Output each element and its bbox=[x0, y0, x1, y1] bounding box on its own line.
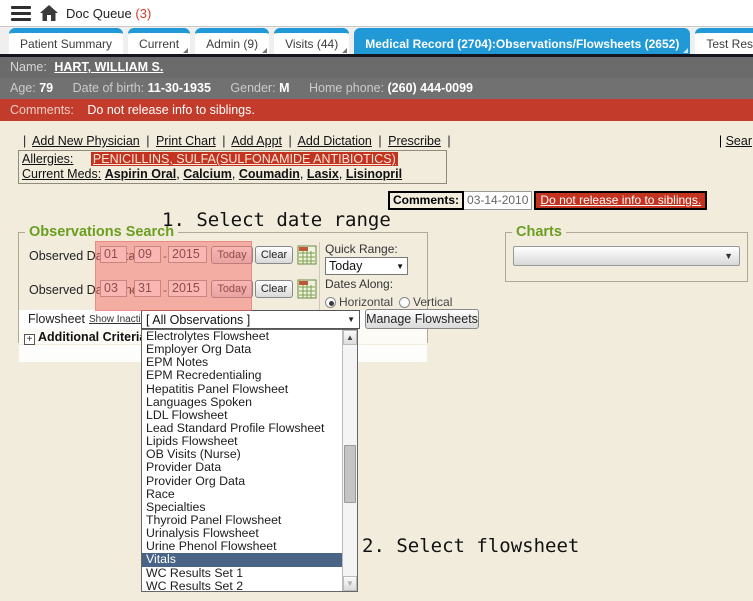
scroll-up-icon[interactable]: ▲ bbox=[343, 330, 357, 345]
hamburger-menu-icon[interactable] bbox=[11, 6, 31, 21]
search-link-container: | Sear bbox=[719, 134, 752, 148]
gender-label: Gender: bbox=[230, 81, 275, 95]
flowsheet-options: Electrolytes Flowsheet Employer Org Data… bbox=[142, 330, 342, 591]
annotation-step2: 2. Select flowsheet bbox=[362, 535, 579, 557]
med-link-lasix[interactable]: Lasix bbox=[307, 167, 339, 181]
current-meds-row: Current Meds: Aspirin Oral, Calcium, Cou… bbox=[22, 167, 443, 182]
add-dictation-link[interactable]: Add Dictation bbox=[298, 134, 372, 148]
horizontal-radio[interactable] bbox=[325, 297, 336, 308]
gender-value: M bbox=[279, 81, 289, 95]
manage-flowsheets-button[interactable]: Manage Flowsheets bbox=[365, 309, 479, 329]
current-meds-label-link[interactable]: Current Meds: bbox=[22, 167, 101, 181]
add-appt-link[interactable]: Add Appt bbox=[231, 134, 282, 148]
tab-bar: Patient Summary Current Admin (9) Visits… bbox=[0, 27, 753, 57]
patient-comments-bar: Comments: Do not release info to sibling… bbox=[0, 99, 753, 121]
comments-value: Do not release info to siblings. bbox=[87, 103, 254, 117]
horizontal-radio-label: Horizontal bbox=[339, 295, 393, 309]
tab-current[interactable]: Current bbox=[128, 28, 190, 54]
quick-range-label: Quick Range: bbox=[325, 242, 427, 256]
allergies-value-link[interactable]: PENICILLINS, SULFA(SULFONAMIDE ANTIBIOTI… bbox=[91, 152, 398, 166]
list-item[interactable]: LDL Flowsheet bbox=[142, 409, 342, 422]
comment-date-field[interactable]: 03-14-2010 bbox=[464, 191, 532, 210]
list-item[interactable]: Hepatitis Panel Flowsheet bbox=[142, 383, 342, 396]
doc-queue-link[interactable]: Doc Queue (3) bbox=[66, 6, 151, 21]
charts-fieldset: Charts ▼ bbox=[505, 232, 748, 282]
top-bar: Doc Queue (3) bbox=[0, 0, 753, 27]
charts-legend: Charts bbox=[512, 224, 566, 240]
expand-plus-icon[interactable]: + bbox=[24, 334, 35, 345]
tab-medical-record[interactable]: Medical Record (2704):Observations/Flows… bbox=[354, 28, 690, 54]
flowsheet-select[interactable]: [ All Observations ] ▼ bbox=[141, 310, 360, 329]
dates-along-label: Dates Along: bbox=[325, 277, 427, 291]
patient-name-bar: Name: HART, WILLIAM S. bbox=[0, 57, 753, 78]
doc-queue-count: (3) bbox=[135, 6, 151, 21]
patient-demographics-bar: Age: 79 Date of birth: 11-30-1935 Gender… bbox=[0, 78, 753, 99]
home-icon[interactable] bbox=[40, 5, 58, 26]
end-calendar-icon[interactable] bbox=[297, 279, 317, 299]
start-clear-button[interactable]: Clear bbox=[255, 246, 293, 264]
comments-label: Comments: bbox=[10, 103, 74, 117]
flowsheet-label: Flowsheet bbox=[28, 312, 85, 326]
charts-select[interactable]: ▼ bbox=[513, 246, 740, 266]
comment-banner-label: Comments: bbox=[388, 191, 464, 210]
list-item[interactable]: Provider Org Data bbox=[142, 475, 342, 488]
additional-criteria-expander[interactable]: + Additional Criteria bbox=[24, 330, 146, 345]
dob-value: 11-30-1935 bbox=[148, 81, 211, 95]
allergies-label-link[interactable]: Allergies: bbox=[22, 152, 73, 166]
phone-value: (260) 444-0099 bbox=[388, 81, 473, 95]
quick-links: | Add New Physician | Print Chart | Add … bbox=[20, 134, 454, 148]
tab-visits[interactable]: Visits (44) bbox=[274, 28, 349, 54]
tab-patient-summary[interactable]: Patient Summary bbox=[9, 28, 123, 54]
med-link-calcium[interactable]: Calcium bbox=[183, 167, 232, 181]
annotation-step1: 1. Select date range bbox=[162, 209, 391, 231]
chevron-down-icon: ▼ bbox=[724, 251, 733, 261]
scrollbar-thumb[interactable] bbox=[344, 445, 356, 503]
list-item[interactable]: Languages Spoken bbox=[142, 396, 342, 409]
end-clear-button[interactable]: Clear bbox=[255, 280, 293, 298]
prescribe-link[interactable]: Prescribe bbox=[388, 134, 441, 148]
date-range-highlight-annotation bbox=[95, 241, 252, 311]
tab-admin[interactable]: Admin (9) bbox=[195, 28, 269, 54]
scroll-down-icon[interactable]: ▼ bbox=[343, 576, 357, 591]
age-label: Age: bbox=[10, 81, 36, 95]
chevron-down-icon: ▼ bbox=[396, 262, 404, 271]
tab-test-results[interactable]: Test Results (81) bbox=[695, 28, 753, 54]
dob-label: Date of birth: bbox=[73, 81, 145, 95]
date-options-column: Quick Range: Today ▼ Dates Along: Horizo… bbox=[319, 242, 427, 312]
list-item[interactable]: Provider Data bbox=[142, 461, 342, 474]
print-chart-link[interactable]: Print Chart bbox=[156, 134, 216, 148]
list-item-selected[interactable]: Vitals bbox=[142, 553, 342, 566]
med-link-aspirin[interactable]: Aspirin Oral bbox=[105, 167, 177, 181]
list-scrollbar[interactable]: ▲ ▼ bbox=[342, 330, 357, 591]
comment-alert-link[interactable]: Do not release info to siblings. bbox=[534, 191, 707, 210]
name-label: Name: bbox=[10, 60, 47, 74]
list-item[interactable]: WC Results Set 2 bbox=[142, 580, 342, 591]
chevron-down-icon: ▼ bbox=[347, 315, 355, 324]
list-item[interactable]: EPM Recredentialing bbox=[142, 369, 342, 382]
list-item[interactable]: WC Results Set 1 bbox=[142, 567, 342, 580]
allergies-meds-box: Allergies: PENICILLINS, SULFA(SULFONAMID… bbox=[18, 150, 447, 184]
phone-label: Home phone: bbox=[309, 81, 384, 95]
allergies-row: Allergies: PENICILLINS, SULFA(SULFONAMID… bbox=[22, 152, 443, 167]
med-link-lisinopril[interactable]: Lisinopril bbox=[346, 167, 402, 181]
doc-queue-label: Doc Queue bbox=[66, 6, 132, 21]
med-link-coumadin[interactable]: Coumadin bbox=[239, 167, 300, 181]
age-value: 79 bbox=[39, 81, 53, 95]
start-calendar-icon[interactable] bbox=[297, 245, 317, 265]
search-link[interactable]: Sear bbox=[726, 134, 752, 148]
list-item[interactable]: Specialties bbox=[142, 501, 342, 514]
comment-banner: Comments: 03-14-2010 Do not release info… bbox=[388, 191, 707, 210]
patient-name-link[interactable]: HART, WILLIAM S. bbox=[54, 60, 163, 74]
quick-range-select[interactable]: Today ▼ bbox=[325, 257, 408, 275]
flowsheet-dropdown-list: Electrolytes Flowsheet Employer Org Data… bbox=[141, 329, 358, 592]
vertical-radio-label: Vertical bbox=[413, 295, 452, 309]
add-new-physician-link[interactable]: Add New Physician bbox=[32, 134, 140, 148]
vertical-radio[interactable] bbox=[399, 297, 410, 308]
observations-search-legend: Observations Search bbox=[25, 224, 178, 240]
list-item[interactable]: Race bbox=[142, 488, 342, 501]
